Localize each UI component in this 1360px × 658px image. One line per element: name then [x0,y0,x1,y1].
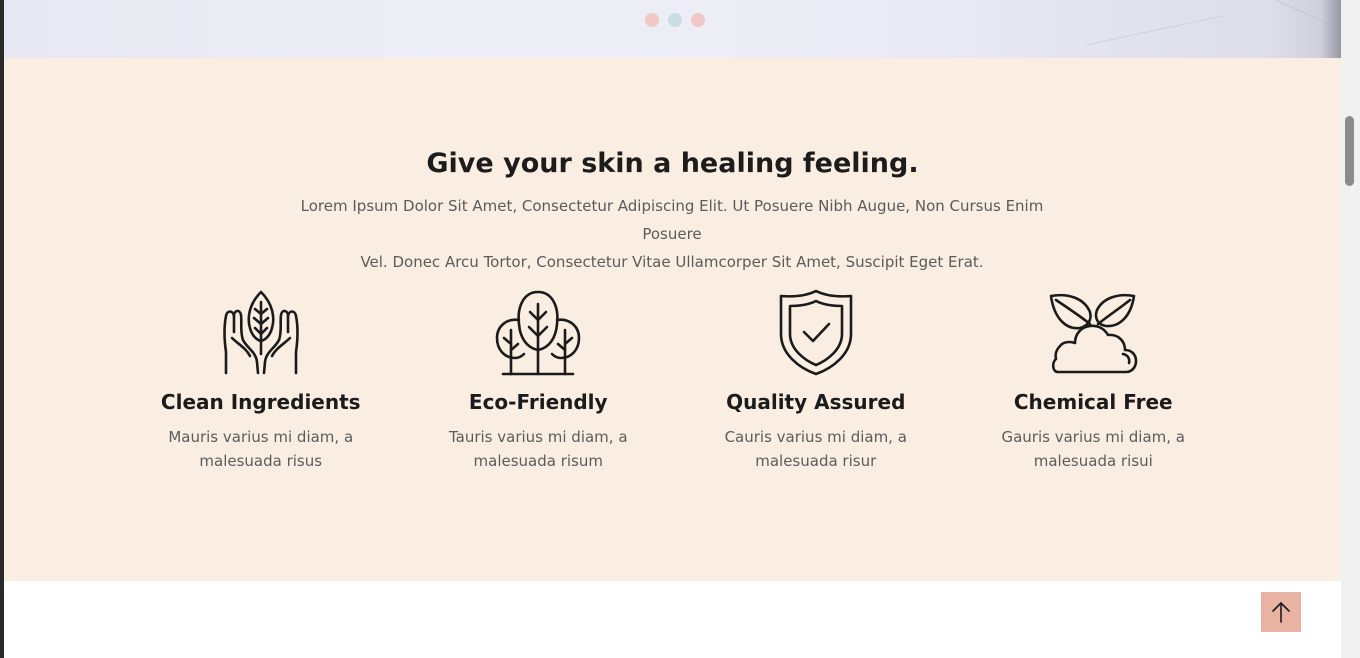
feature-description: Gauris varius mi diam, a malesuada risui [1001,428,1185,470]
slider-pagination [645,13,705,27]
intro-line-1: Lorem Ipsum Dolor Sit Amet, Consectetur … [300,197,1044,243]
feature-description: Cauris varius mi diam, a malesuada risur [724,428,907,470]
cloud-leaves-icon [1048,288,1138,378]
hero-slider-bottom [4,0,1341,58]
back-to-top-button[interactable] [1261,592,1301,632]
feature-item: Chemical Free Gauris varius mi diam, a m… [955,288,1233,473]
page-scrollbar[interactable] [1341,0,1360,658]
feature-description: Tauris varius mi diam, a malesuada risum [448,428,628,470]
shield-check-icon [771,288,861,378]
features-intro: Lorem Ipsum Dolor Sit Amet, Consectetur … [272,192,1072,276]
hands-leaf-icon [216,288,306,378]
feature-description: Mauris varius mi diam, a malesuada risus [168,428,354,470]
slider-dot-2[interactable] [668,13,682,27]
features-heading: Give your skin a healing feeling. [426,148,919,179]
scrollbar-thumb[interactable] [1345,116,1354,186]
feature-title: Quality Assured [726,390,906,414]
feature-title: Eco-Friendly [468,390,608,414]
hero-shadow [1321,0,1341,58]
features-section: Give your skin a healing feeling. Lorem … [4,58,1341,581]
feature-list: Clean Ingredients Mauris varius mi diam,… [122,288,1232,473]
slider-dot-3[interactable] [691,13,705,27]
intro-line-2: Vel. Donec Arcu Tortor, Consectetur Vita… [360,253,984,271]
arrow-up-icon [1272,602,1290,623]
feature-item: Eco-Friendly Tauris varius mi diam, a ma… [400,288,678,473]
feature-title: Chemical Free [1013,390,1173,414]
feature-item: Quality Assured Cauris varius mi diam, a… [677,288,955,473]
feature-title: Clean Ingredients [160,390,361,414]
trees-icon [493,288,583,378]
slider-dot-1[interactable] [645,13,659,27]
feature-item: Clean Ingredients Mauris varius mi diam,… [122,288,400,473]
marble-vein [1085,15,1223,46]
